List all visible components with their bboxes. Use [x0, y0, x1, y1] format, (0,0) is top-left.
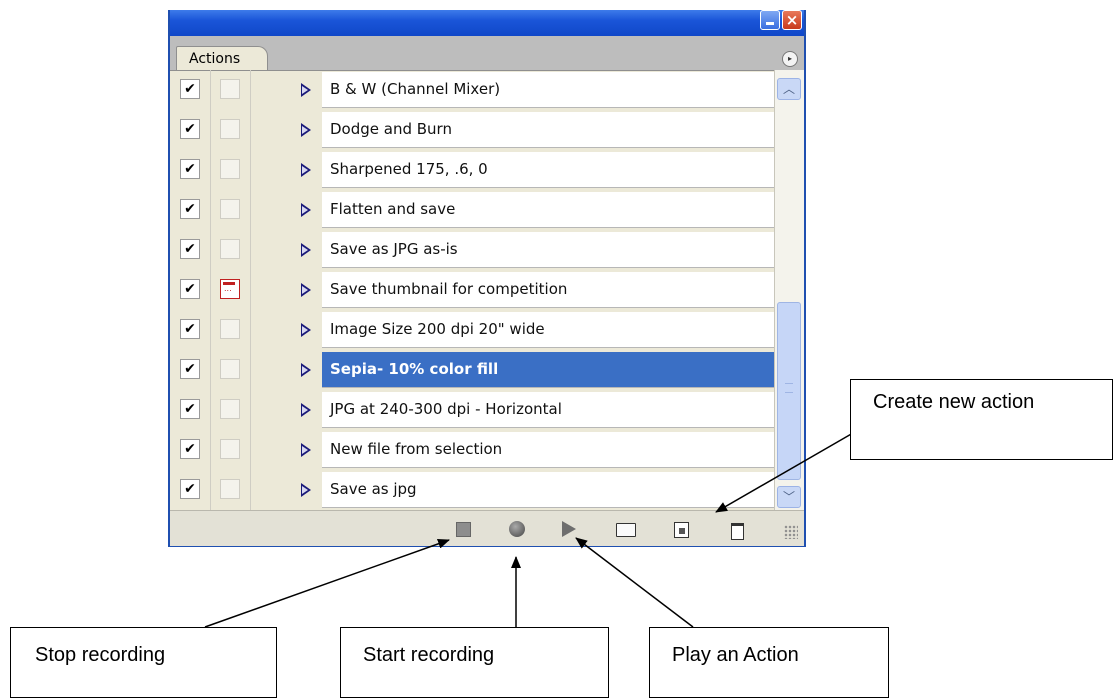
stop-icon[interactable]	[452, 519, 474, 539]
toggle-checkbox[interactable]: ✔	[180, 399, 200, 419]
action-name[interactable]: Save as jpg	[322, 472, 774, 508]
new-action-icon[interactable]	[670, 519, 692, 539]
folder-icon[interactable]	[614, 519, 636, 539]
toggle-checkbox[interactable]: ✔	[180, 239, 200, 259]
dialog-toggle[interactable]	[220, 159, 240, 179]
trash-icon[interactable]	[726, 519, 748, 540]
action-row[interactable]: ✔ Flatten and save	[170, 190, 774, 230]
toggle-checkbox[interactable]: ✔	[180, 119, 200, 139]
dialog-toggle[interactable]	[220, 399, 240, 419]
column-divider	[250, 70, 251, 510]
action-name[interactable]: Sepia- 10% color fill	[322, 352, 774, 388]
action-row[interactable]: ✔ JPG at 240-300 dpi - Horizontal	[170, 390, 774, 430]
record-icon[interactable]	[506, 519, 528, 539]
callout-start-recording: Start recording	[340, 627, 609, 698]
action-row[interactable]: ✔ New file from selection	[170, 430, 774, 470]
action-row[interactable]: ✔ Sharpened 175, .6, 0	[170, 150, 774, 190]
vertical-scrollbar[interactable]: ︿ ﹀	[774, 70, 804, 510]
expand-triangle-icon[interactable]	[301, 123, 311, 137]
dialog-toggle[interactable]	[220, 199, 240, 219]
action-row[interactable]: ✔ B & W (Channel Mixer)	[170, 70, 774, 110]
actions-panel: × Actions ▸ ✔ B & W (Channel Mixer) ✔ Dodge…	[168, 10, 806, 547]
action-name[interactable]: New file from selection	[322, 432, 774, 468]
minimize-button[interactable]	[760, 10, 780, 30]
action-name[interactable]: Save thumbnail for competition	[322, 272, 774, 308]
action-row[interactable]: ✔ Save as JPG as-is	[170, 230, 774, 270]
actions-list: ✔ B & W (Channel Mixer) ✔ Dodge and Burn ✔ Sh…	[170, 70, 774, 510]
action-name[interactable]: Save as JPG as-is	[322, 232, 774, 268]
expand-triangle-icon[interactable]	[301, 323, 311, 337]
panel-titlebar[interactable]: ×	[170, 10, 804, 36]
toggle-checkbox[interactable]: ✔	[180, 79, 200, 99]
dialog-toggle[interactable]	[220, 359, 240, 379]
toggle-checkbox[interactable]: ✔	[180, 279, 200, 299]
panel-tab-strip: Actions ▸	[170, 36, 804, 71]
expand-triangle-icon[interactable]	[301, 483, 311, 497]
arrow-play	[575, 537, 694, 628]
dialog-toggle[interactable]	[220, 479, 240, 499]
arrow-stop	[204, 538, 450, 628]
expand-triangle-icon[interactable]	[301, 83, 311, 97]
toggle-checkbox[interactable]: ✔	[180, 439, 200, 459]
toggle-checkbox[interactable]: ✔	[180, 199, 200, 219]
dialog-toggle[interactable]	[220, 319, 240, 339]
action-row[interactable]: ✔ Save as jpg	[170, 470, 774, 510]
action-name[interactable]: JPG at 240-300 dpi - Horizontal	[322, 392, 774, 428]
action-row[interactable]: ✔ Sepia- 10% color fill	[170, 350, 774, 390]
panel-toolbar	[170, 510, 804, 546]
expand-triangle-icon[interactable]	[301, 403, 311, 417]
action-row[interactable]: ✔ Dodge and Burn	[170, 110, 774, 150]
callout-play-action: Play an Action	[649, 627, 889, 698]
expand-triangle-icon[interactable]	[301, 283, 311, 297]
expand-triangle-icon[interactable]	[301, 243, 311, 257]
tab-actions[interactable]: Actions	[176, 46, 268, 70]
toggle-checkbox[interactable]: ✔	[180, 159, 200, 179]
dialog-toggle[interactable]	[220, 119, 240, 139]
column-divider	[210, 70, 211, 510]
action-name[interactable]: Image Size 200 dpi 20" wide	[322, 312, 774, 348]
dialog-toggle-icon[interactable]	[220, 279, 240, 299]
resize-grip-icon[interactable]	[784, 525, 798, 539]
close-button[interactable]: ×	[782, 10, 802, 30]
scroll-down-arrow-icon[interactable]: ﹀	[777, 486, 801, 508]
action-name[interactable]: B & W (Channel Mixer)	[322, 72, 774, 108]
toggle-checkbox[interactable]: ✔	[180, 319, 200, 339]
action-row[interactable]: ✔ Image Size 200 dpi 20" wide	[170, 310, 774, 350]
scroll-thumb[interactable]	[777, 302, 801, 480]
dialog-toggle[interactable]	[220, 239, 240, 259]
action-name[interactable]: Dodge and Burn	[322, 112, 774, 148]
toggle-checkbox[interactable]: ✔	[180, 479, 200, 499]
expand-triangle-icon[interactable]	[301, 363, 311, 377]
dialog-toggle[interactable]	[220, 79, 240, 99]
dialog-toggle[interactable]	[220, 439, 240, 459]
callout-stop-recording: Stop recording	[10, 627, 277, 698]
action-row[interactable]: ✔ Save thumbnail for competition	[170, 270, 774, 310]
toggle-checkbox[interactable]: ✔	[180, 359, 200, 379]
action-name[interactable]: Flatten and save	[322, 192, 774, 228]
panel-menu-button[interactable]: ▸	[782, 51, 798, 67]
action-name[interactable]: Sharpened 175, .6, 0	[322, 152, 774, 188]
expand-triangle-icon[interactable]	[301, 203, 311, 217]
scroll-up-arrow-icon[interactable]: ︿	[777, 78, 801, 100]
play-icon[interactable]	[558, 519, 580, 539]
callout-create-new-action: Create new action	[850, 379, 1113, 460]
expand-triangle-icon[interactable]	[301, 443, 311, 457]
expand-triangle-icon[interactable]	[301, 163, 311, 177]
